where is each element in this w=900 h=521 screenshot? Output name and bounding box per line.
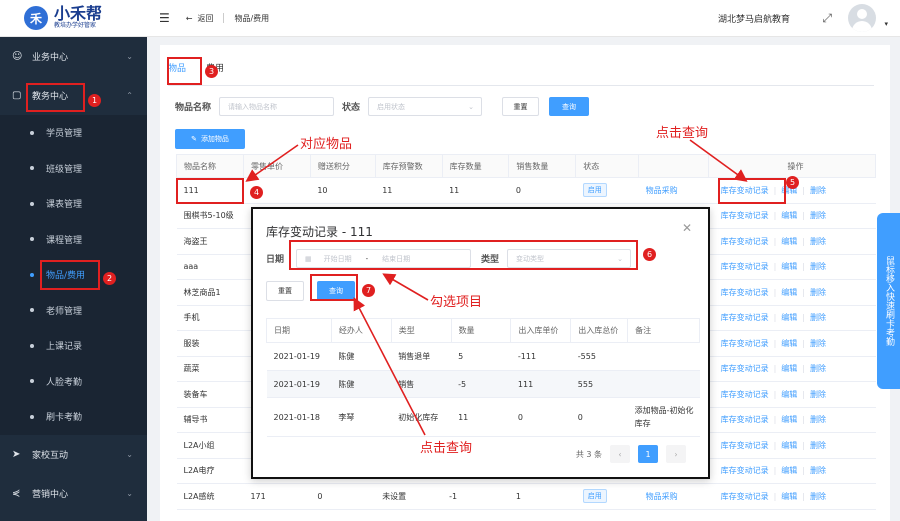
arrow-to-stock-link [689, 139, 748, 182]
arrow-to-item [245, 144, 299, 182]
arrow-to-filter [382, 273, 429, 301]
arrow-to-query [353, 297, 426, 436]
quick-card-panel[interactable]: 鼠标移入快速刷卡考勤 [877, 213, 900, 389]
annotation-arrows [245, 139, 748, 436]
